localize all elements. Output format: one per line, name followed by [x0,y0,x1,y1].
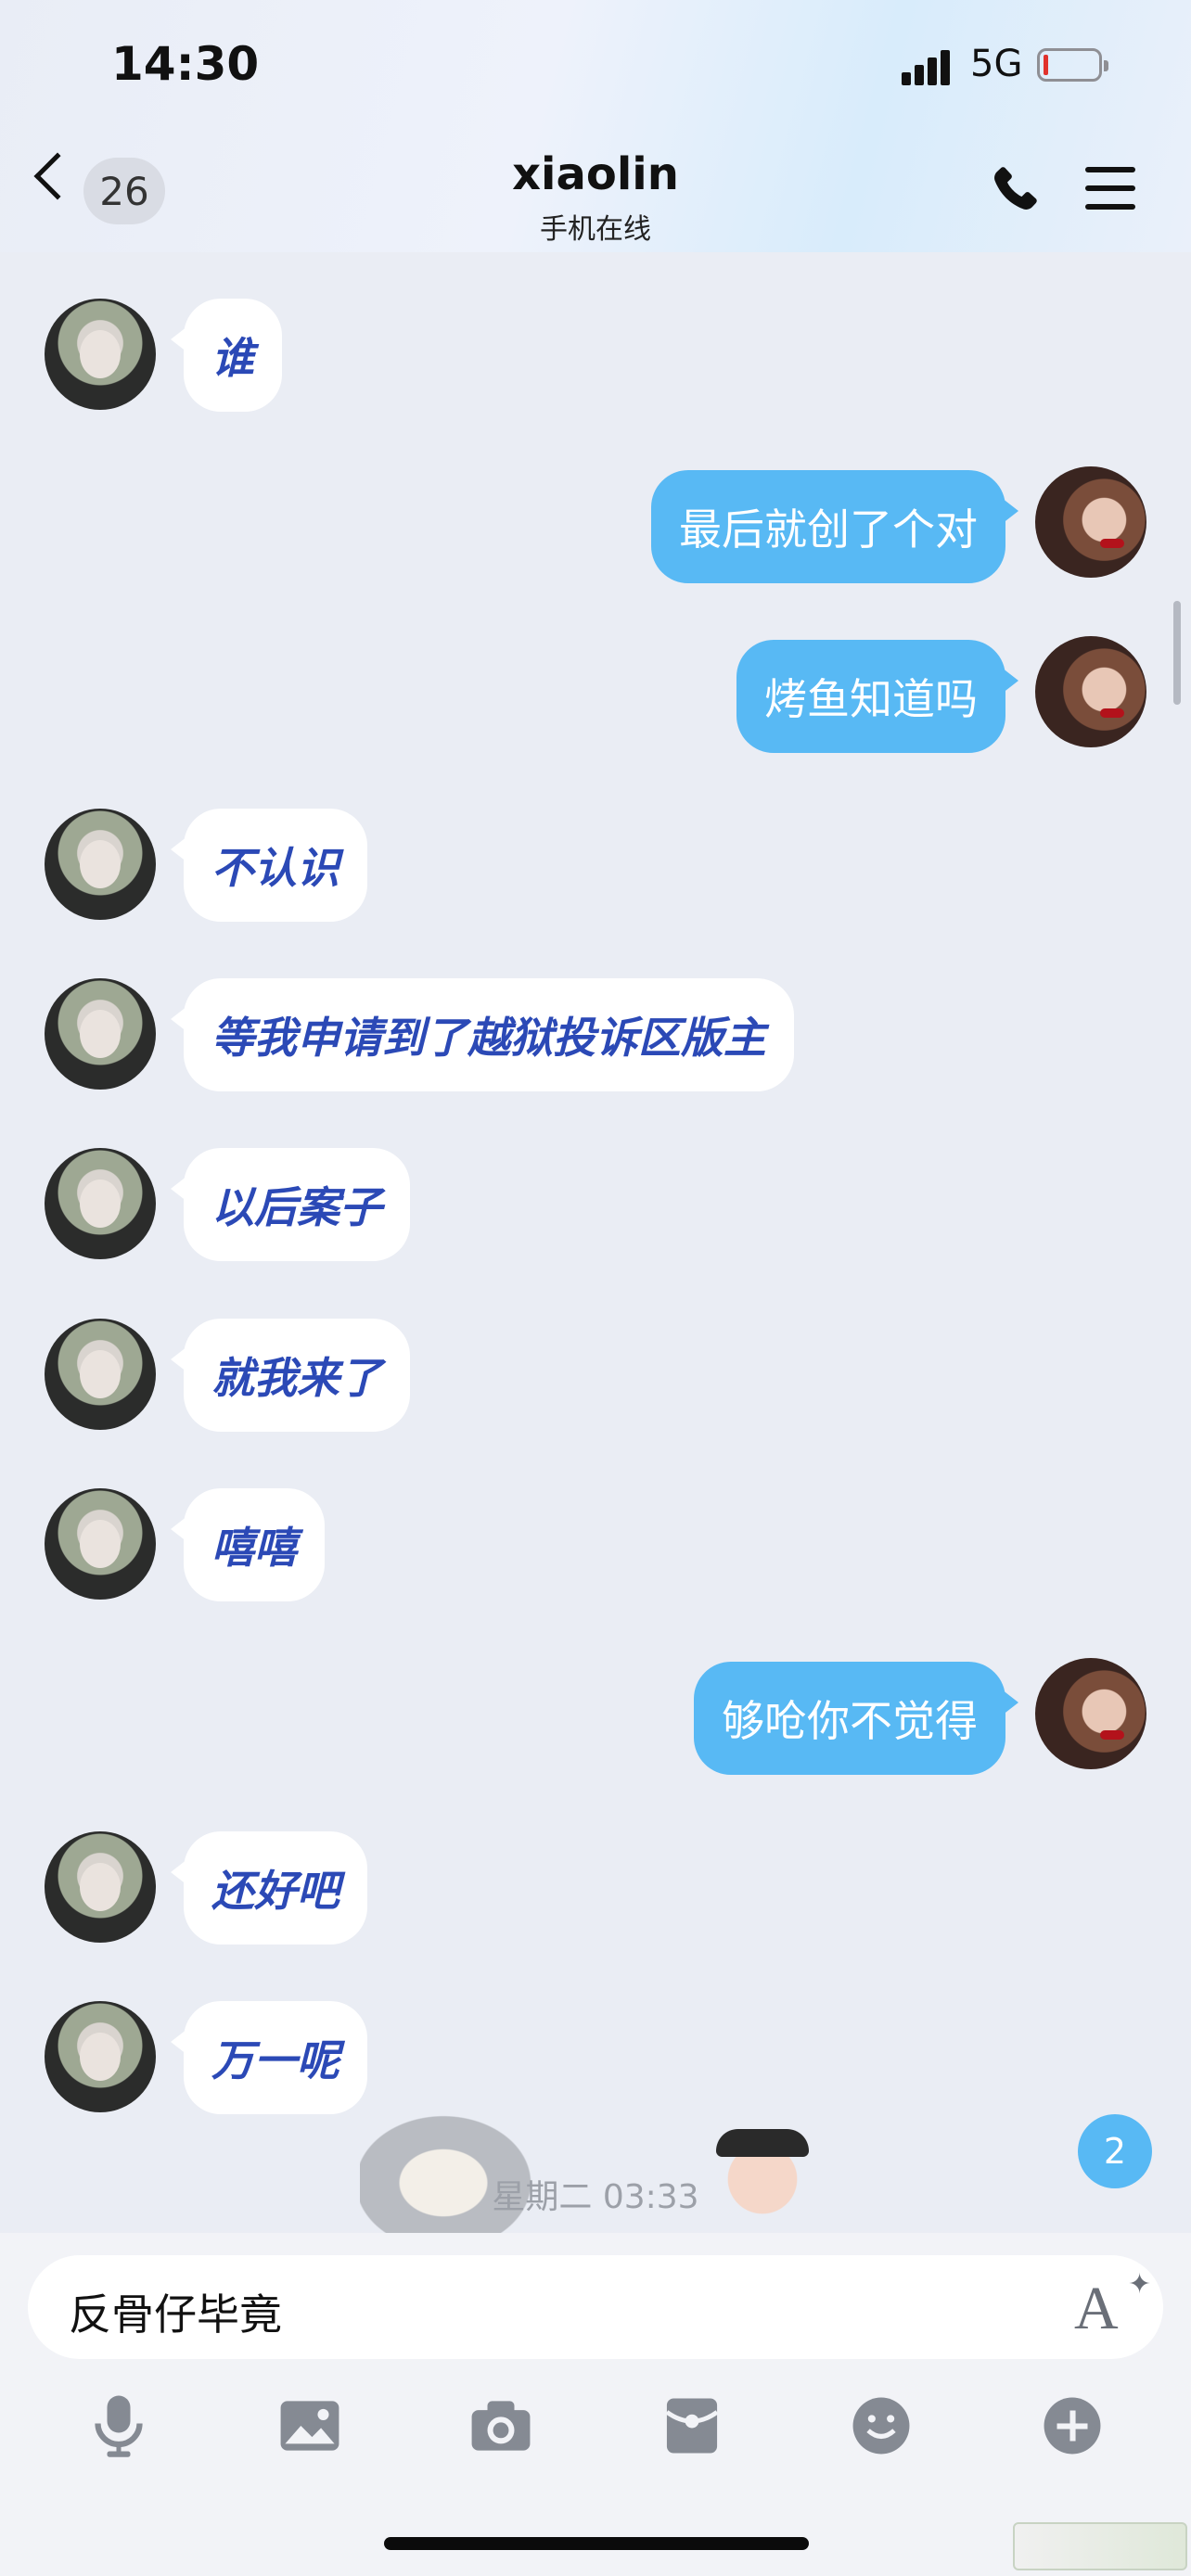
message-row: 谁 [0,299,1191,419]
outgoing-bubble[interactable]: 最后就创了个对 [651,470,1018,583]
network-type: 5G [970,43,1023,85]
user-avatar[interactable] [1035,1658,1146,1769]
incoming-bubble[interactable]: 等我申请到了越狱投诉区版主 [171,978,794,1091]
message-input-text: 反骨仔毕竟 [69,2289,282,2340]
message-row: 万一呢 [0,2001,1191,2122]
outgoing-bubble[interactable]: 烤鱼知道吗 [736,640,1018,753]
menu-icon[interactable] [1085,167,1135,210]
camera-icon[interactable] [464,2389,538,2463]
composer-area: 反骨仔毕竟 A ✦ [0,2233,1191,2576]
top-bar: 14:30 5G 26 xiaolin 手机在线 [0,0,1191,252]
message-row: 烤鱼知道吗 [0,636,1191,760]
composer-toolbar [0,2389,1191,2472]
user-avatar[interactable] [1035,636,1146,747]
contact-avatar[interactable] [45,978,156,1090]
contact-avatar[interactable] [45,1319,156,1430]
font-style-icon[interactable]: A [1074,2274,1119,2344]
message-row: 不认识 [0,809,1191,929]
message-row: 就我来了 [0,1319,1191,1439]
contact-avatar[interactable] [45,299,156,410]
contact-avatar[interactable] [45,1831,156,1943]
incoming-bubble[interactable]: 谁 [171,299,282,412]
user-avatar[interactable] [1035,466,1146,578]
message-timestamp: 星期二 03:33 [492,2178,699,2216]
emoji-icon[interactable] [844,2389,918,2463]
incoming-bubble[interactable]: 就我来了 [171,1319,410,1432]
watermark-logo [1013,2522,1187,2570]
incoming-bubble[interactable]: 还好吧 [171,1831,367,1945]
outgoing-bubble[interactable]: 够呛你不觉得 [694,1662,1018,1775]
image-icon[interactable] [273,2389,347,2463]
message-row: 以后案子 [0,1148,1191,1269]
contact-avatar[interactable] [45,809,156,920]
plus-icon[interactable] [1035,2389,1109,2463]
incoming-bubble[interactable]: 嘻嘻 [171,1488,325,1601]
microphone-icon[interactable] [82,2389,156,2463]
scrollbar[interactable] [1173,601,1181,705]
battery-icon [1037,48,1108,82]
contact-avatar[interactable] [45,2001,156,2112]
contact-avatar[interactable] [45,1148,156,1259]
sparkle-icon: ✦ [1128,2268,1152,2301]
message-list[interactable]: 谁 最后就创了个对 烤鱼知道吗 不认识 等我申请到了越狱投诉区版主 以后案子 就… [0,252,1191,2232]
contact-avatar[interactable] [45,1488,156,1600]
message-input[interactable]: 反骨仔毕竟 A ✦ [28,2255,1163,2359]
message-row: 嘻嘻 [0,1488,1191,1609]
red-packet-icon[interactable] [655,2389,729,2463]
incoming-bubble[interactable]: 以后案子 [171,1148,410,1261]
message-row: 还好吧 [0,1831,1191,1952]
avatar-character-sticker [698,2123,827,2235]
status-time: 14:30 [111,37,260,91]
signal-icon [902,48,957,85]
home-indicator[interactable] [384,2537,809,2550]
message-row: 够呛你不觉得 [0,1658,1191,1782]
incoming-bubble[interactable]: 万一呢 [171,2001,367,2114]
message-row: 最后就创了个对 [0,466,1191,591]
incoming-bubble[interactable]: 不认识 [171,809,367,922]
message-row: 等我申请到了越狱投诉区版主 [0,978,1191,1099]
phone-icon[interactable] [985,161,1043,219]
new-message-badge[interactable]: 2 [1078,2114,1152,2188]
